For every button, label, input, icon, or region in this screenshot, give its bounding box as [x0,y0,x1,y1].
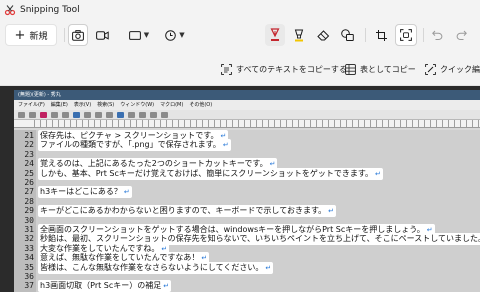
chevron-down-icon: ▼ [179,31,185,39]
clock-icon [165,29,177,41]
line-text: h3画面切取（Prt Scキー）の補足 ↵ [38,280,172,292]
captured-text-area: 21 保存先は、ピクチャ > スクリーンショットです。 ↵ 22 ファイルの種類ですが、… [14,130,480,292]
quick-edit-button[interactable]: クイック編集 [424,60,480,78]
snip-shape-dropdown[interactable]: ▼ [124,24,154,46]
snipping-tool-app-icon [4,5,16,16]
captured-tool-icon [139,111,146,118]
captured-window-title: (無題)(更新) - 秀丸 [14,90,480,100]
captured-tool-icon [128,111,135,118]
captured-menu-item: マクロ(M) [160,102,184,108]
copy-all-text-button[interactable]: すべてのテキストをコピーする [220,60,347,78]
captured-menu-item: 検索(S) [97,102,115,108]
plus-icon: + [14,27,26,43]
captured-tool-icon [117,111,124,118]
captured-tool-icon [150,111,157,118]
captured-tool-icon [95,111,102,118]
captured-menu-item: 編集(E) [50,102,68,108]
captured-menu-item: ファイル(F) [18,102,45,108]
text-action-bar: すべてのテキストをコピーする 表としてコピー クイック編集 [0,50,480,86]
screenshot-mode-button[interactable] [68,24,88,46]
crop-icon [375,29,387,41]
crop-button[interactable] [371,24,391,46]
new-snip-button[interactable]: + 新規 [5,24,57,46]
window-title: Snipping Tool [20,5,80,15]
highlighter-icon [294,29,304,41]
newline-mark-icon: ↵ [163,282,170,291]
eraser-icon [316,29,329,40]
captured-tool-icon [106,111,113,118]
captured-tool-icon [40,111,47,118]
redo-button[interactable] [452,24,470,46]
main-toolbar: + 新規 ▼ ▼ [0,20,480,50]
video-mode-button[interactable] [92,24,112,46]
captured-menu-bar: ファイル(F) 編集(E) 表示(V) 検索(S) ウィンドウ(W) マクロ(M… [14,100,480,110]
captured-menu-item: ウィンドウ(W) [120,102,155,108]
undo-icon [431,30,442,40]
toolbar-divider [64,28,65,42]
line-text-content: h3画面切取（Prt Scキー）の補足 [40,281,162,291]
copy-as-table-button[interactable]: 表としてコピー [344,60,416,78]
camera-icon [72,29,84,41]
line-number: 37 [24,281,34,291]
captured-tool-icon [29,111,36,118]
redo-icon [456,30,467,40]
copy-as-table-label: 表としてコピー [360,64,416,74]
new-snip-label: 新規 [29,31,48,42]
undo-button[interactable] [428,24,446,46]
toolbar-divider [423,28,424,42]
quick-edit-icon [424,63,436,75]
captured-menu-item: 表示(V) [73,102,92,108]
captured-ruler [14,120,480,128]
captured-tool-icon [84,111,91,118]
video-camera-icon [95,30,109,40]
text-actions-icon [400,29,412,41]
captured-tool-icon [73,111,80,118]
shapes-button[interactable] [337,24,357,46]
quick-edit-label: クイック編集 [440,64,480,74]
editor-line: 37 h3画面切取（Prt Scキー）の補足 ↵ [14,280,480,292]
captured-tool-icon [62,111,69,118]
captured-tool-icon [18,111,25,118]
captured-editor-window: (無題)(更新) - 秀丸 ファイル(F) 編集(E) 表示(V) 検索(S) … [14,90,480,292]
captured-toolbar [14,110,480,120]
highlighter-button[interactable] [289,24,309,46]
chevron-down-icon: ▼ [143,31,150,39]
title-bar: Snipping Tool [0,0,480,20]
captured-tool-icon [161,111,168,118]
rectangle-icon [128,30,141,40]
table-icon [344,63,356,75]
captured-image-canvas: (無題)(更新) - 秀丸 ファイル(F) 編集(E) 表示(V) 検索(S) … [0,86,480,292]
copy-all-text-label: すべてのテキストをコピーする [236,64,347,74]
captured-menu-item: その他(O) [189,102,213,108]
captured-tool-icon [51,111,58,118]
eraser-button[interactable] [313,24,333,46]
pen-icon [270,28,280,41]
toolbar-divider [365,28,366,42]
delay-timer-dropdown[interactable]: ▼ [160,24,190,46]
ballpoint-pen-button[interactable] [265,24,285,46]
text-actions-button[interactable] [395,24,417,46]
copy-text-icon [220,63,232,75]
shapes-icon [340,29,354,41]
